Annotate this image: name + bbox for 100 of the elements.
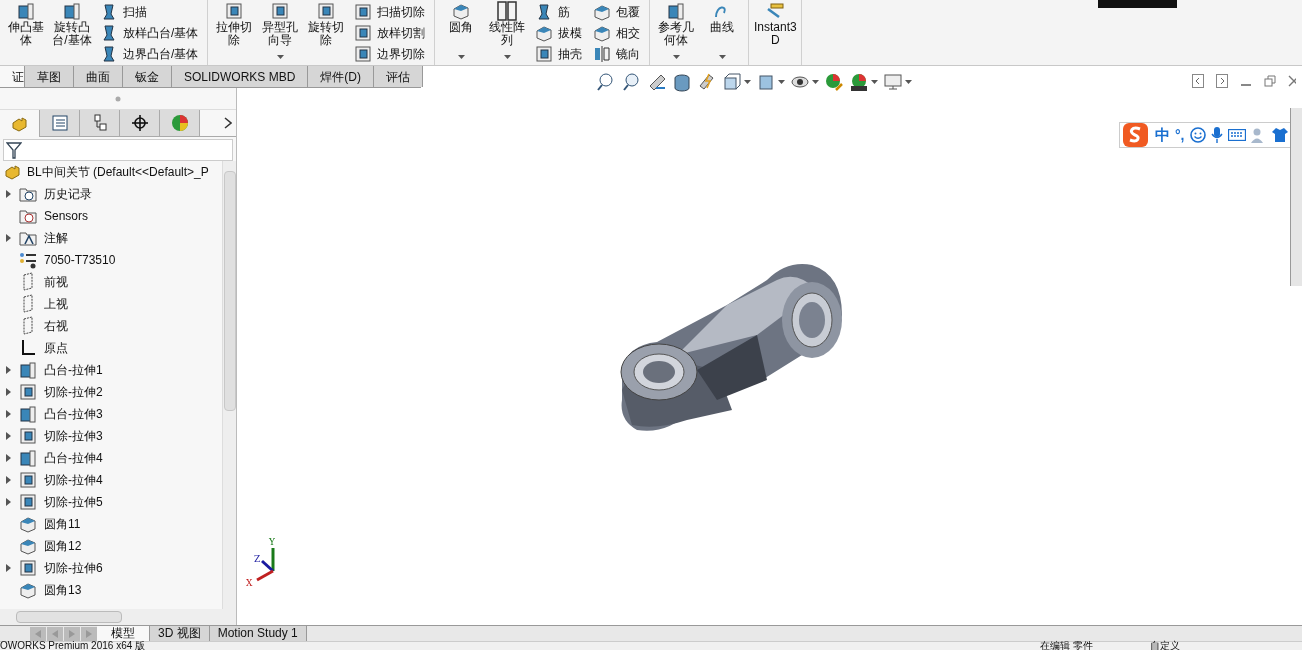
display-style-icon[interactable] <box>756 72 776 92</box>
scrollbar-thumb[interactable] <box>16 611 122 623</box>
filter-icon <box>6 141 22 159</box>
tree-item[interactable]: Sensors <box>44 207 89 225</box>
expand-arrow-icon[interactable] <box>6 432 11 440</box>
ribbon-button[interactable]: 扫描切除 <box>353 1 426 22</box>
vertical-scrollbar[interactable] <box>222 161 236 609</box>
tree-item[interactable]: 圆角13 <box>44 581 82 599</box>
tree-item[interactable]: 切除-拉伸2 <box>44 383 103 401</box>
view-settings-icon[interactable] <box>883 72 903 92</box>
ribbon-button[interactable]: 线性阵列 <box>484 0 531 65</box>
tree-item[interactable]: 切除-拉伸3 <box>44 427 103 445</box>
expand-arrow-icon[interactable] <box>6 388 11 396</box>
expand-arrow-icon[interactable] <box>6 410 11 418</box>
caret-icon <box>905 80 912 84</box>
microphone-icon[interactable] <box>1210 127 1223 143</box>
filter-field[interactable] <box>3 139 233 161</box>
ribbon-button[interactable]: 拔模 <box>534 22 583 43</box>
cut-block-icon <box>18 426 38 446</box>
tree-item[interactable]: 7050-T73510 <box>44 251 116 269</box>
command-tab[interactable]: 焊件(D) <box>308 66 375 87</box>
ribbon-button[interactable]: 边界切除 <box>353 43 426 64</box>
ribbon-button[interactable]: 镜向 <box>592 43 641 64</box>
tree-item[interactable]: 切除-拉伸5 <box>44 493 103 511</box>
part-icon <box>3 162 23 182</box>
bottom-tab[interactable]: 模型 <box>97 626 150 641</box>
ribbon-button[interactable]: 参考几何体 <box>653 0 700 65</box>
grip-dot-icon[interactable] <box>115 95 121 102</box>
tree-item[interactable]: 历史记录 <box>44 185 92 203</box>
cut-block-icon <box>18 492 38 512</box>
expand-arrow-icon[interactable] <box>6 234 11 242</box>
pattern-icon <box>497 1 518 21</box>
command-tab[interactable]: 曲面 <box>74 66 123 87</box>
status-text: OWORKS Premium 2016 x64 版 <box>0 641 146 650</box>
ribbon-button[interactable]: 曲线 <box>699 0 746 65</box>
crosshair-icon <box>129 113 150 133</box>
shirt-icon[interactable] <box>1271 127 1288 143</box>
expand-arrow-icon[interactable] <box>6 190 11 198</box>
tree-item[interactable]: 圆角11 <box>44 515 81 533</box>
tree-item[interactable]: 注解 <box>44 229 68 247</box>
ribbon-button[interactable]: 包覆 <box>592 1 641 22</box>
command-tab[interactable]: SOLIDWORKS MBD <box>172 66 309 87</box>
tree-item[interactable]: 前视 <box>44 273 68 291</box>
smiley-icon[interactable] <box>1189 127 1206 143</box>
ribbon-button[interactable]: 扫描 <box>99 1 199 22</box>
expand-arrow-icon[interactable] <box>6 564 11 572</box>
ribbon-button[interactable]: 旋转切除 <box>303 0 350 65</box>
ribbon-button[interactable]: Instant3D <box>752 0 799 65</box>
edit-appearance-icon[interactable] <box>824 72 844 92</box>
tree-item[interactable]: 凸台-拉伸3 <box>44 405 103 423</box>
view-orientation-icon[interactable] <box>722 72 742 92</box>
tree-item[interactable]: 右视 <box>44 317 68 335</box>
ribbon-button[interactable]: 边界凸台/基体 <box>99 43 199 64</box>
ribbon-button[interactable]: 筋 <box>534 1 583 22</box>
ribbon-button[interactable]: 圆角 <box>438 0 485 65</box>
caret-icon <box>871 80 878 84</box>
ribbon-button[interactable]: 旋转凸台/基体 <box>49 0 95 65</box>
bottom-tab[interactable]: Motion Study 1 <box>209 626 307 641</box>
chevron-right-icon[interactable] <box>224 117 232 129</box>
input-mode-toggle[interactable]: 中 <box>1155 123 1170 147</box>
command-tab[interactable]: 草图 <box>25 66 74 87</box>
ime-logo-icon[interactable] <box>1122 122 1150 148</box>
expand-arrow-icon[interactable] <box>6 454 11 462</box>
manager-tab[interactable] <box>120 110 160 137</box>
command-tab[interactable]: 钣金 <box>123 66 172 87</box>
color-wheel-icon <box>169 113 190 133</box>
restore-icon[interactable] <box>1264 75 1276 87</box>
tile-right-icon[interactable] <box>1216 74 1228 88</box>
tree-item[interactable]: 上视 <box>44 295 68 313</box>
ribbon-button[interactable]: 抽壳 <box>534 43 583 64</box>
tile-left-icon[interactable] <box>1192 74 1204 88</box>
apply-scene-icon[interactable] <box>849 72 869 92</box>
extrude-block-icon <box>18 404 38 424</box>
tree-item[interactable]: 切除-拉伸6 <box>44 559 103 577</box>
tree-item[interactable]: 凸台-拉伸1 <box>44 361 103 379</box>
previous-view-icon[interactable] <box>647 72 667 92</box>
ribbon-button[interactable]: 异型孔向导 <box>257 0 304 65</box>
command-tab[interactable]: 评估 <box>374 66 424 87</box>
ribbon-button[interactable]: 放样凸台/基体 <box>99 22 199 43</box>
scrollbar-thumb[interactable] <box>223 171 236 411</box>
punctuation-toggle[interactable]: °, <box>1175 124 1185 146</box>
ribbon-button[interactable]: 伸凸基体 <box>3 0 49 65</box>
ribbon-button[interactable]: 放样切割 <box>353 22 426 43</box>
keyboard-icon[interactable] <box>1227 129 1246 141</box>
tree-item[interactable]: 凸台-拉伸4 <box>44 449 103 467</box>
tree-item[interactable]: 圆角12 <box>44 537 82 555</box>
ribbon-button[interactable]: 相交 <box>592 22 641 43</box>
caret-icon <box>778 80 785 84</box>
horizontal-scrollbar[interactable] <box>0 609 236 625</box>
command-tab[interactable]: 证 <box>0 66 25 87</box>
bottom-tab[interactable]: 3D 视图 <box>150 626 210 641</box>
expand-arrow-icon[interactable] <box>6 498 11 506</box>
close-icon[interactable] <box>1288 75 1296 87</box>
tree-item[interactable]: 原点 <box>44 339 68 357</box>
expand-arrow-icon[interactable] <box>6 366 11 374</box>
tree-item[interactable]: BL中间关节 (Default<<Default>_P <box>0 161 222 183</box>
ribbon-button[interactable]: 拉伸切除 <box>211 0 258 65</box>
expand-arrow-icon[interactable] <box>6 476 11 484</box>
zoom-area-icon[interactable] <box>622 72 642 92</box>
tree-item[interactable]: 切除-拉伸4 <box>44 471 103 489</box>
